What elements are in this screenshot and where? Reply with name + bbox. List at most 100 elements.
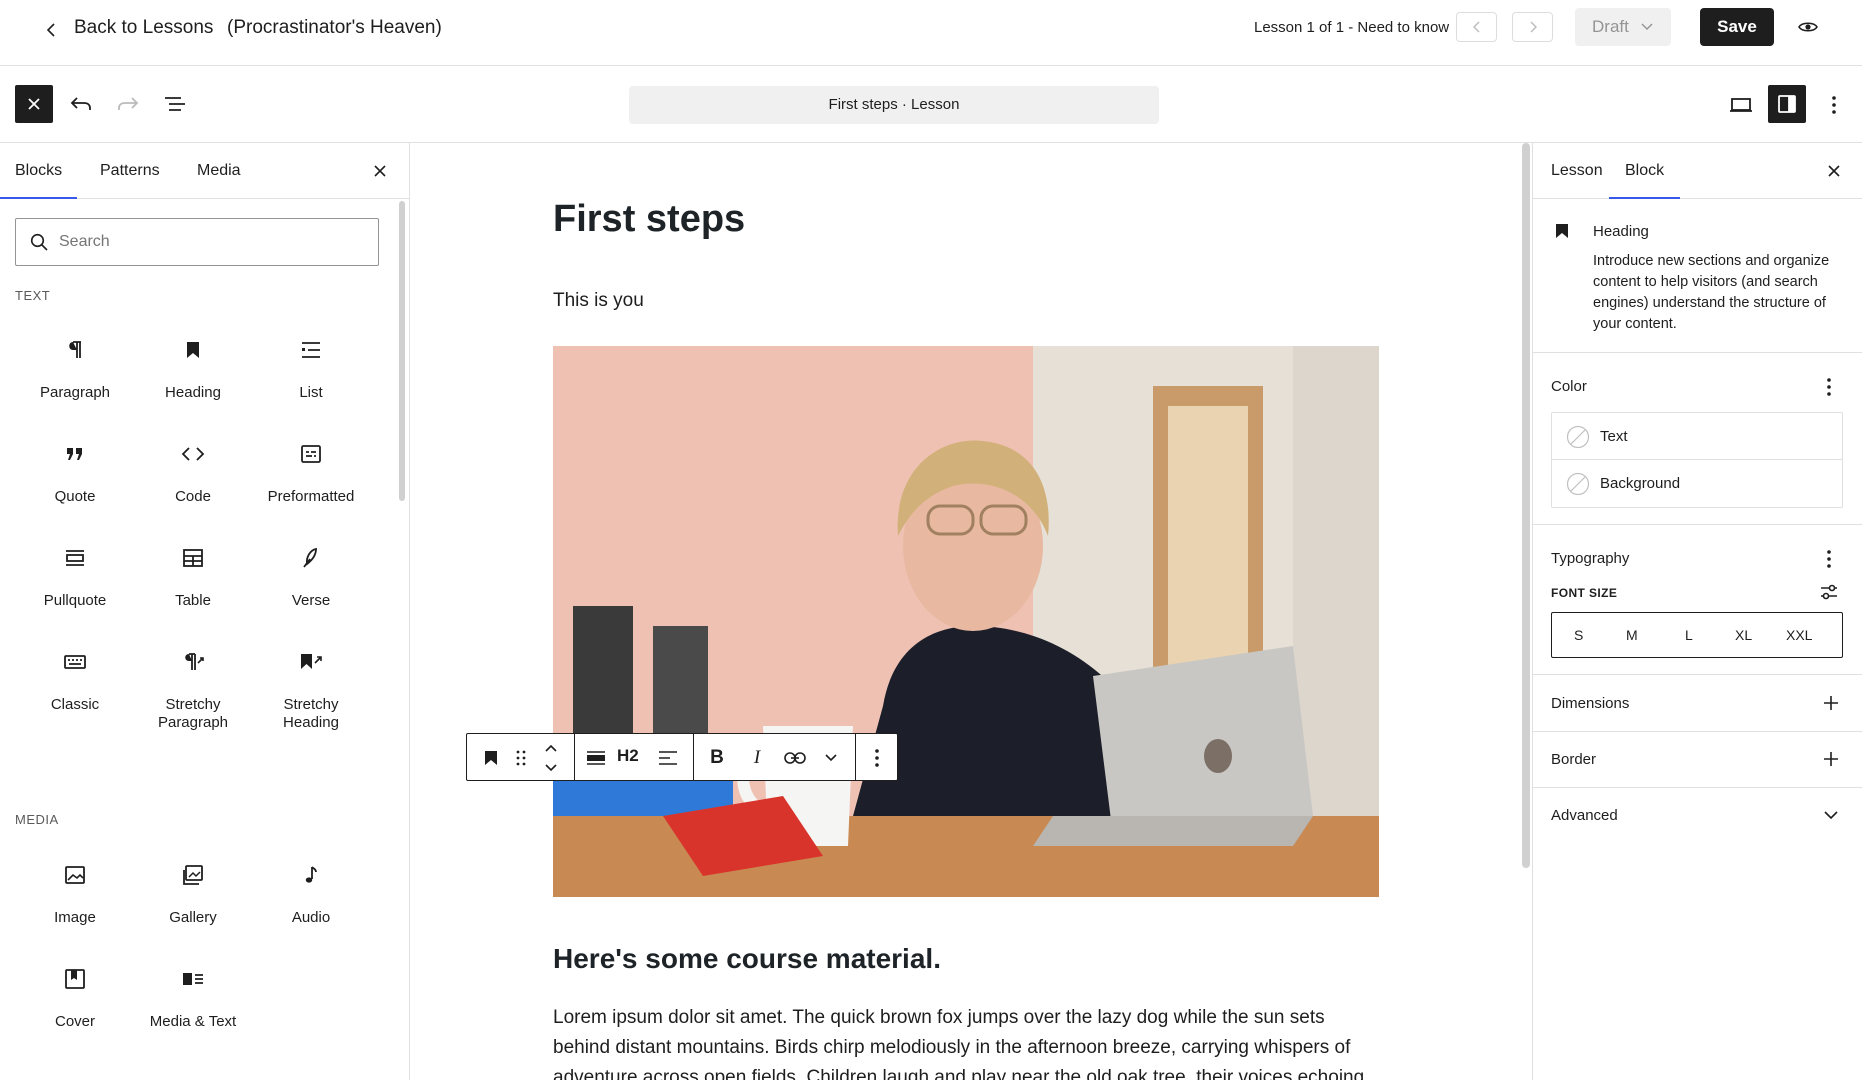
dimensions-panel[interactable]: Dimensions bbox=[1533, 675, 1862, 732]
block-item-list[interactable]: List bbox=[251, 338, 371, 438]
typography-options-icon[interactable] bbox=[1819, 547, 1839, 571]
block-item-preformatted[interactable]: Preformatted bbox=[251, 442, 371, 542]
heading-level-button[interactable]: H2 bbox=[617, 746, 639, 766]
block-item-gallery[interactable]: Gallery bbox=[133, 863, 253, 963]
block-item-table[interactable]: Table bbox=[133, 546, 253, 646]
block-item-label: Stretchy Paragraph bbox=[157, 696, 229, 731]
italic-icon[interactable]: I bbox=[745, 746, 769, 770]
color-options-icon[interactable] bbox=[1819, 375, 1839, 399]
close-icon[interactable] bbox=[1824, 161, 1844, 181]
block-item-verse[interactable]: Verse bbox=[251, 546, 371, 646]
block-item-media-text[interactable]: Media & Text bbox=[133, 967, 253, 1067]
block-item-label: Heading bbox=[165, 384, 221, 401]
block-item-cover[interactable]: Cover bbox=[15, 967, 135, 1067]
search-input[interactable]: Search bbox=[15, 218, 379, 266]
block-item-label: Verse bbox=[291, 592, 331, 609]
color-item-label: Background bbox=[1600, 475, 1681, 492]
pullquote-icon bbox=[63, 546, 87, 570]
block-item-label: Paragraph bbox=[39, 384, 111, 401]
undo-icon[interactable] bbox=[68, 91, 94, 117]
block-item-label: Gallery bbox=[169, 909, 217, 926]
next-lesson-button[interactable] bbox=[1512, 12, 1553, 42]
draft-dropdown[interactable]: Draft bbox=[1575, 8, 1671, 46]
redo-icon[interactable] bbox=[115, 91, 141, 117]
tab-media[interactable]: Media bbox=[197, 143, 241, 199]
link-icon[interactable] bbox=[781, 746, 809, 770]
body-paragraph[interactable]: Lorem ipsum dolor sit amet. The quick br… bbox=[553, 1003, 1379, 1080]
intro-paragraph[interactable]: This is you bbox=[553, 290, 644, 312]
block-item-heading[interactable]: Heading bbox=[133, 338, 253, 438]
block-item-quote[interactable]: Quote bbox=[15, 442, 135, 542]
close-inserter-button[interactable] bbox=[15, 85, 53, 123]
settings-sidebar-toggle[interactable] bbox=[1768, 85, 1806, 123]
block-item-pullquote[interactable]: Pullquote bbox=[15, 546, 135, 646]
border-title: Border bbox=[1551, 751, 1597, 768]
editor-canvas: First steps This is you H2 B I Here's so… bbox=[410, 143, 1532, 1080]
block-item-paragraph[interactable]: Paragraph bbox=[15, 338, 135, 438]
bold-icon[interactable]: B bbox=[705, 746, 729, 770]
post-title[interactable]: First steps bbox=[553, 198, 745, 241]
document-overview-icon[interactable] bbox=[162, 91, 188, 117]
plus-icon bbox=[1824, 696, 1838, 710]
block-card: Heading Introduce new sections and organ… bbox=[1533, 199, 1862, 353]
close-icon[interactable] bbox=[370, 161, 390, 181]
block-item-classic[interactable]: Classic bbox=[15, 650, 135, 750]
device-preview-icon[interactable] bbox=[1726, 90, 1756, 120]
color-swatch-icon bbox=[1566, 425, 1590, 449]
block-item-stretchy-paragraph[interactable]: Stretchy Paragraph bbox=[133, 650, 253, 750]
heading-icon bbox=[1556, 224, 1568, 238]
chevron-down-icon bbox=[1641, 23, 1653, 30]
tab-lesson[interactable]: Lesson bbox=[1551, 143, 1603, 199]
tab-blocks[interactable]: Blocks bbox=[0, 143, 78, 199]
drag-handle-icon[interactable] bbox=[509, 746, 533, 770]
border-panel[interactable]: Border bbox=[1533, 732, 1862, 788]
chevron-right-icon bbox=[1530, 21, 1537, 33]
block-item-label: Media & Text bbox=[149, 1013, 237, 1030]
text-align-icon[interactable] bbox=[655, 746, 681, 770]
block-item-code[interactable]: Code bbox=[133, 442, 253, 542]
move-up-down-icon[interactable] bbox=[539, 738, 563, 778]
tab-block[interactable]: Block bbox=[1609, 143, 1681, 199]
preview-eye-icon[interactable] bbox=[1796, 15, 1820, 39]
canvas-scrollbar[interactable] bbox=[1522, 143, 1530, 868]
quote-icon bbox=[63, 442, 87, 466]
classic-icon bbox=[63, 650, 87, 674]
text-color-item[interactable]: Text bbox=[1552, 413, 1842, 460]
heading-icon[interactable] bbox=[479, 746, 503, 770]
save-button[interactable]: Save bbox=[1700, 8, 1774, 46]
font-size-xl[interactable]: XL bbox=[1735, 627, 1752, 643]
font-size-xxl[interactable]: XXL bbox=[1786, 627, 1812, 643]
block-item-audio[interactable]: Audio bbox=[251, 863, 371, 963]
color-item-label: Text bbox=[1600, 428, 1628, 445]
scrollbar-thumb[interactable] bbox=[399, 201, 405, 501]
font-size-picker: S M L XL XXL bbox=[1551, 612, 1843, 658]
block-item-label: Preformatted bbox=[267, 488, 355, 505]
block-item-label: Audio bbox=[291, 909, 331, 926]
align-wide-icon[interactable] bbox=[582, 746, 610, 770]
toolbar-divider bbox=[855, 734, 856, 780]
settings-tabs: Lesson Block bbox=[1533, 143, 1862, 199]
prev-lesson-button[interactable] bbox=[1456, 12, 1497, 42]
background-color-item[interactable]: Background bbox=[1552, 460, 1842, 507]
document-title-bar[interactable]: First steps · Lesson bbox=[629, 86, 1159, 124]
block-options-icon[interactable] bbox=[865, 746, 889, 770]
chevron-left-icon[interactable] bbox=[40, 18, 64, 42]
lesson-image[interactable] bbox=[553, 346, 1379, 897]
tab-patterns[interactable]: Patterns bbox=[100, 143, 160, 199]
chevron-down-icon[interactable] bbox=[819, 746, 843, 770]
advanced-panel[interactable]: Advanced bbox=[1533, 788, 1862, 844]
typography-panel: Typography FONT SIZE S M L XL XXL bbox=[1533, 525, 1862, 675]
back-to-lessons-link[interactable]: Back to Lessons bbox=[74, 17, 213, 39]
custom-size-settings-icon[interactable] bbox=[1817, 581, 1841, 603]
audio-icon bbox=[299, 863, 323, 887]
toolbar-divider bbox=[693, 734, 694, 780]
more-options-icon[interactable] bbox=[1822, 90, 1846, 120]
font-size-s[interactable]: S bbox=[1574, 627, 1583, 643]
block-item-image[interactable]: Image bbox=[15, 863, 135, 963]
section-heading[interactable]: Here's some course material. bbox=[553, 943, 941, 975]
block-item-stretchy-heading[interactable]: Stretchy Heading bbox=[251, 650, 371, 750]
font-size-m[interactable]: M bbox=[1626, 627, 1638, 643]
chevron-left-icon bbox=[1472, 21, 1479, 33]
block-name: Heading bbox=[1593, 223, 1649, 240]
font-size-l[interactable]: L bbox=[1685, 627, 1693, 643]
